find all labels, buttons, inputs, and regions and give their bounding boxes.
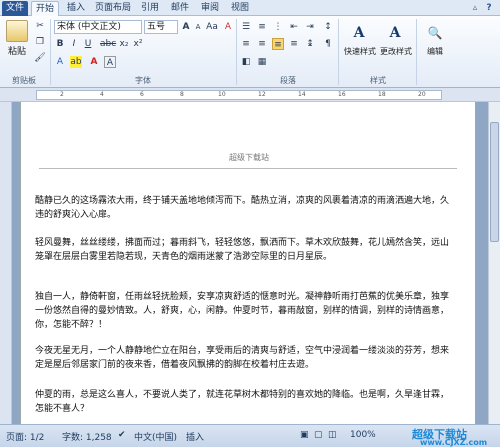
paragraph-group-label: 段落 (280, 76, 296, 85)
shading-icon[interactable]: ◧ (240, 56, 252, 68)
change-case-icon[interactable]: Aa (206, 21, 218, 33)
grow-font-icon[interactable]: A (180, 21, 192, 33)
tab-file[interactable]: 文件 (2, 1, 28, 16)
ruler-tick: 10 (218, 91, 226, 98)
separator (236, 19, 237, 85)
justify-icon[interactable]: ≡ (272, 38, 284, 50)
horizontal-ruler[interactable]: 2 4 6 8 10 12 14 16 18 20 (0, 88, 500, 102)
page-count[interactable]: 页面: 1/2 (6, 430, 44, 443)
format-painter-icon[interactable]: 🖌 (34, 52, 46, 64)
editing-icon[interactable]: 🔍 (424, 22, 446, 44)
bullets-icon[interactable]: ☰ (240, 21, 252, 33)
clipboard-group-label: 剪贴板 (12, 76, 36, 85)
tab-view[interactable]: 视图 (226, 1, 254, 16)
align-right-icon[interactable]: ≡ (288, 38, 300, 50)
decrease-indent-icon[interactable]: ⇤ (288, 21, 300, 33)
change-styles-icon[interactable]: A (384, 22, 406, 44)
language[interactable]: 中文(中国) (134, 430, 177, 443)
shrink-font-icon[interactable]: A (192, 21, 204, 33)
clear-format-icon[interactable]: A (222, 21, 234, 33)
strikethrough-icon[interactable]: abc (100, 38, 116, 50)
watermark-url: www.CJXZ.com (420, 438, 488, 447)
tab-insert[interactable]: 插入 (62, 1, 90, 16)
tab-page-layout[interactable]: 页面布局 (92, 1, 134, 16)
font-group-label: 字体 (135, 76, 151, 85)
word-count[interactable]: 字数: 1,258 (62, 430, 112, 443)
increase-indent-icon[interactable]: ⇥ (304, 21, 316, 33)
tab-review[interactable]: 审阅 (196, 1, 224, 16)
paste-button[interactable]: 粘贴 (3, 44, 31, 57)
numbering-icon[interactable]: ≡ (256, 21, 268, 33)
copy-icon[interactable]: ❐ (34, 36, 46, 48)
underline-icon[interactable]: U (82, 38, 94, 50)
font-color-icon[interactable]: A (88, 56, 100, 68)
superscript-icon[interactable]: x² (132, 38, 144, 50)
web-layout-icon[interactable]: ◫ (328, 430, 337, 440)
page-header-text: 超级下载站 (229, 153, 269, 162)
char-border-icon[interactable]: A (104, 56, 116, 68)
font-size-box[interactable]: 五号 (144, 20, 178, 34)
paragraph-mark-icon[interactable]: ¶ (322, 38, 334, 50)
spellcheck-icon[interactable]: ✔ (118, 430, 126, 440)
help-icon[interactable]: ? (484, 3, 494, 13)
cut-icon[interactable]: ✂ (34, 20, 46, 32)
print-layout-icon[interactable]: ▣ (300, 430, 309, 440)
tab-references[interactable]: 引用 (136, 1, 164, 16)
full-screen-icon[interactable]: ▢ (314, 430, 323, 440)
ribbon-home: 粘贴 ✂ ❐ 🖌 剪贴板 宋体 (中文正文) 五号 A A Aa A B I U… (0, 16, 500, 88)
line-spacing-icon[interactable]: ↨ (304, 38, 316, 50)
ruler-tick: 16 (338, 91, 346, 98)
separator (50, 19, 51, 85)
highlight-icon[interactable]: ab (70, 56, 82, 68)
align-left-icon[interactable]: ≡ (240, 38, 252, 50)
tab-mailings[interactable]: 邮件 (166, 1, 194, 16)
vertical-scrollbar[interactable] (488, 102, 500, 424)
paragraph[interactable]: 轻风曼舞，丝丝缕缕，拂面而过；暮雨斜飞，轻轻悠悠，飘洒而下。草木欢欣鼓舞，花儿嫣… (35, 236, 455, 264)
multilevel-list-icon[interactable]: ⋮ (272, 21, 284, 33)
ruler-tick: 12 (258, 91, 266, 98)
scrollbar-thumb[interactable] (490, 122, 499, 242)
separator (338, 19, 339, 85)
ribbon-tab-bar: 文件 开始 插入 页面布局 引用 邮件 审阅 视图 ▵ ? (0, 0, 500, 16)
subscript-icon[interactable]: x₂ (118, 38, 130, 50)
paste-icon[interactable] (6, 20, 28, 42)
insert-mode[interactable]: 插入 (186, 430, 204, 443)
ruler-tick: 18 (378, 91, 386, 98)
bold-icon[interactable]: B (54, 38, 66, 50)
vertical-ruler[interactable] (0, 102, 12, 424)
sort-icon[interactable]: ↕ (322, 21, 334, 33)
ruler-tick: 2 (60, 91, 64, 98)
header-divider (39, 168, 457, 169)
ruler-tick: 20 (418, 91, 426, 98)
align-center-icon[interactable]: ≡ (256, 38, 268, 50)
paragraph[interactable]: 酷静已久的这场霧浓大雨，终于铺天盖地地倾泻而下。酷热立消，凉爽的风裹着清凉的雨滴… (35, 194, 455, 222)
zoom-level[interactable]: 100% (350, 430, 376, 440)
ruler-tick: 6 (140, 91, 144, 98)
change-styles-button[interactable]: 更改样式 (376, 46, 416, 57)
text-effects-icon[interactable]: A (54, 56, 66, 68)
paragraph[interactable]: 独自一人，静倚軒窗，任雨丝轻抚脸颊，安享凉爽舒适的惬意时光。凝神静听雨打芭蕉的优… (35, 290, 455, 332)
separator (416, 19, 417, 85)
styles-group-label: 样式 (370, 76, 386, 85)
borders-icon[interactable]: ▦ (256, 56, 268, 68)
ruler-tick: 14 (298, 91, 306, 98)
quick-styles-button[interactable]: 快速样式 (340, 46, 380, 57)
minimize-ribbon-icon[interactable]: ▵ (470, 3, 480, 13)
ruler-tick: 4 (100, 91, 104, 98)
paragraph[interactable]: 今夜无星无月，一个人静静地伫立在阳台，享受雨后的清爽与舒适，空气中浸润着一缕淡淡… (35, 344, 455, 372)
ruler-tick: 8 (180, 91, 184, 98)
paragraph[interactable]: 仲夏的雨，总是这么喜人，不要说人类了，就连花草树木都特别的喜欢她的降临。也是啊，… (35, 388, 455, 416)
italic-icon[interactable]: I (68, 38, 80, 50)
font-name-box[interactable]: 宋体 (中文正文) (54, 20, 142, 34)
document-page[interactable]: 超级下载站 酷静已久的这场霧浓大雨，终于铺天盖地地倾泻而下。酷热立消，凉爽的风裹… (20, 102, 476, 424)
quick-styles-icon[interactable]: A (348, 22, 370, 44)
tab-home[interactable]: 开始 (31, 1, 59, 16)
word-window: 文件 开始 插入 页面布局 引用 邮件 审阅 视图 ▵ ? 粘贴 ✂ ❐ 🖌 剪… (0, 0, 500, 447)
editing-button[interactable]: 编辑 (418, 46, 452, 57)
